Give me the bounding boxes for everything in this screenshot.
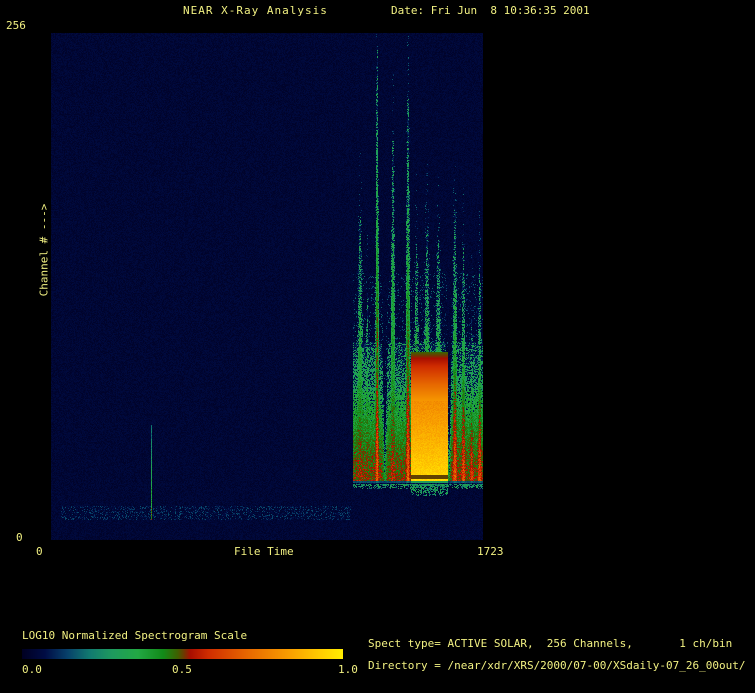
colorbar-gradient — [22, 649, 343, 659]
date-label: Date: Fri Jun 8 10:36:35 2001 — [391, 4, 590, 17]
colorbar-tick-low: 0.0 — [22, 663, 42, 676]
near-xray-analysis-window: NEAR X-Ray Analysis Date: Fri Jun 8 10:3… — [0, 0, 755, 693]
colorbar-label: LOG10 Normalized Spectrogram Scale — [22, 629, 247, 642]
page-title: NEAR X-Ray Analysis — [183, 4, 328, 17]
directory-line: Directory = /near/xdr/XRS/2000/07-00/XSd… — [368, 659, 746, 672]
spect-type-line: Spect type= ACTIVE SOLAR, 256 Channels, … — [368, 637, 732, 650]
x-axis-min-label: 0 — [36, 545, 43, 558]
colorbar-tick-mid: 0.5 — [172, 663, 192, 676]
spectrogram-plot — [51, 33, 483, 540]
y-axis-title: Channel # ---> — [38, 204, 51, 297]
x-axis-title: File Time — [234, 545, 294, 558]
x-axis-max-label: 1723 — [477, 545, 504, 558]
y-axis-max-label: 256 — [6, 19, 26, 32]
y-axis-min-label: 0 — [16, 531, 23, 544]
colorbar-tick-high: 1.0 — [338, 663, 358, 676]
